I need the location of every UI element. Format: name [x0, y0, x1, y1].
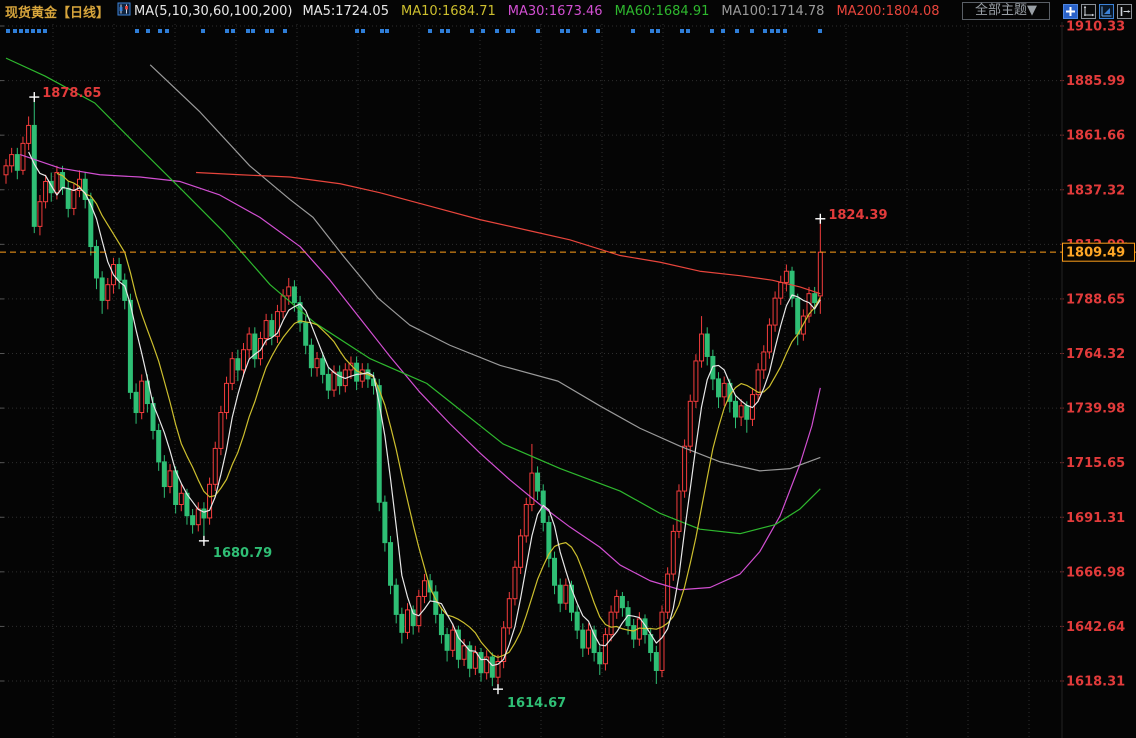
ma-settings-label: MA(5,10,30,60,100,200) — [134, 4, 292, 19]
kline-icon — [117, 2, 131, 20]
svg-text:1715.65: 1715.65 — [1066, 456, 1125, 471]
svg-text:1788.65: 1788.65 — [1066, 292, 1125, 307]
grid-layer — [0, 22, 1064, 738]
svg-text:1764.32: 1764.32 — [1066, 347, 1125, 362]
ma-legend-item: MA5:1724.05 — [302, 4, 389, 19]
theme-selector-dropdown[interactable]: 全部主题▼ — [962, 2, 1050, 20]
chart-toolbar: 现货黄金【日线】 MA(5,10,30,60,100,200) MA5:1724… — [0, 0, 1136, 22]
ma-legend-item: MA60:1684.91 — [615, 4, 710, 19]
ma-legend-item: MA200:1804.08 — [836, 4, 939, 19]
price-annotation: 1614.67 — [507, 696, 566, 711]
toolbar-right-controls: 全部主题▼ — [962, 2, 1132, 20]
svg-text:1809.49: 1809.49 — [1066, 246, 1125, 261]
event-markers-layer — [6, 29, 822, 33]
axis-range-icon[interactable] — [1081, 4, 1096, 19]
page-title: 现货黄金【日线】 — [5, 2, 109, 21]
svg-text:1691.31: 1691.31 — [1066, 511, 1125, 526]
ma-legend-item: MA30:1673.46 — [508, 4, 603, 19]
candles-layer — [4, 97, 822, 689]
price-annotation: 1680.79 — [213, 546, 272, 561]
ma-legend-item: MA100:1714.78 — [721, 4, 824, 19]
ma-legend-item: MA10:1684.71 — [401, 4, 496, 19]
price-annotation: 1878.65 — [42, 86, 101, 101]
svg-text:1739.98: 1739.98 — [1066, 402, 1125, 417]
svg-text:1885.99: 1885.99 — [1066, 74, 1125, 89]
svg-text:1861.66: 1861.66 — [1066, 129, 1125, 144]
exit-icon[interactable] — [1117, 4, 1132, 19]
candlestick-chart-canvas[interactable]: 1910.331885.991861.661837.321812.991788.… — [0, 0, 1136, 738]
pan-icon[interactable] — [1063, 4, 1078, 19]
trading-chart-window: 1910.331885.991861.661837.321812.991788.… — [0, 0, 1136, 738]
svg-text:1642.64: 1642.64 — [1066, 620, 1125, 635]
current-price-badge: 1809.49 — [1063, 242, 1135, 261]
chart-pointer-icon[interactable] — [1099, 4, 1114, 19]
ma-legend: MA5:1724.05 MA10:1684.71 MA30:1673.46 MA60:… — [302, 4, 951, 19]
svg-text:1837.32: 1837.32 — [1066, 183, 1125, 198]
price-annotation: 1824.39 — [828, 208, 887, 223]
svg-text:1618.31: 1618.31 — [1066, 675, 1125, 690]
svg-text:1666.98: 1666.98 — [1066, 565, 1125, 580]
